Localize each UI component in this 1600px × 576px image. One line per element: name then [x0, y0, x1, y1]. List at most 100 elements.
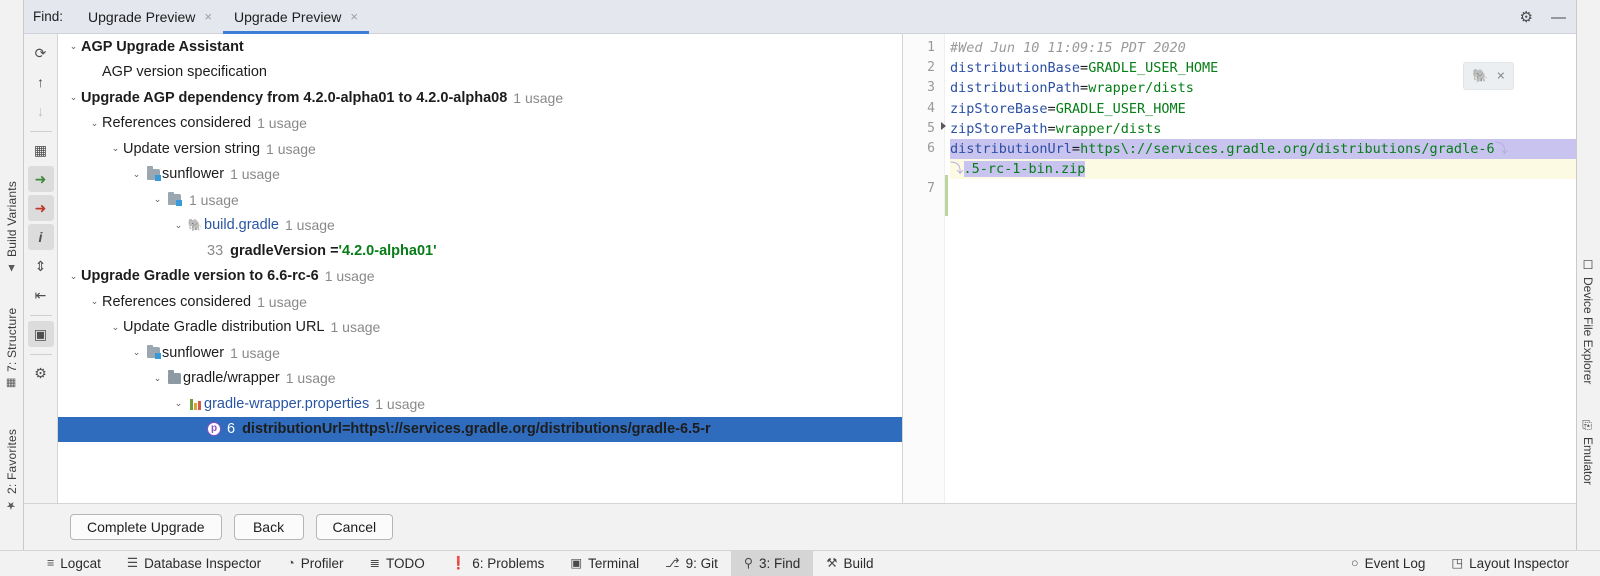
- tree-row[interactable]: ⌄sunflower1 usage: [58, 340, 902, 366]
- build-icon: ⚒: [826, 557, 837, 570]
- editor-line-comment: #Wed Jun 10 11:09:15 PDT 2020: [950, 38, 1576, 58]
- tree-row[interactable]: ⌄gradle-wrapper.properties1 usage: [58, 391, 902, 417]
- folder-icon: [165, 373, 183, 384]
- next-occurrence-icon[interactable]: ↓: [28, 98, 54, 124]
- module-folder-icon: [144, 347, 162, 358]
- chevron-down-icon[interactable]: ⌄: [129, 348, 144, 357]
- chevron-down-icon[interactable]: ⌄: [150, 195, 165, 204]
- tree-row[interactable]: ⌄sunflower1 usage: [58, 162, 902, 188]
- tree-row[interactable]: ⌄🐘build.gradle1 usage: [58, 213, 902, 239]
- status-bar-item-label: Logcat: [60, 556, 101, 571]
- status-bar-item-9-git[interactable]: ⎇9: Git: [652, 551, 731, 576]
- status-bar-item-layout-inspector[interactable]: ◳Layout Inspector: [1438, 551, 1582, 576]
- rail-tab-label: Build Variants: [5, 181, 19, 257]
- tree-row[interactable]: ⌄Upgrade Gradle version to 6.6-rc-6 1 usa…: [58, 264, 902, 290]
- status-bar-item-terminal[interactable]: ▣Terminal: [557, 551, 652, 576]
- status-bar-item-3-find[interactable]: ⚲3: Find: [731, 551, 813, 576]
- collapse-all-icon[interactable]: ⇤: [28, 282, 54, 308]
- gutter-line-number: 2: [903, 58, 944, 78]
- chevron-down-icon[interactable]: ⌄: [108, 144, 123, 153]
- usage-count: 1 usage: [285, 217, 335, 233]
- tree-row-selected[interactable]: p6distributionUrl=https\://services.grad…: [58, 417, 902, 443]
- tree-line-number: 6: [227, 421, 235, 437]
- tree-row-label: Upgrade Gradle version to 6.6-rc-6: [81, 268, 319, 284]
- show-read-access-icon[interactable]: ➜: [28, 166, 54, 192]
- chevron-down-icon[interactable]: ⌄: [66, 42, 81, 51]
- close-icon[interactable]: ×: [350, 9, 358, 24]
- chevron-down-icon[interactable]: ⌄: [66, 272, 81, 281]
- cancel-button[interactable]: Cancel: [316, 514, 394, 540]
- status-bar-item-label: Build: [843, 556, 873, 571]
- rail-tab-label: 7: Structure: [5, 307, 19, 371]
- status-bar-item-logcat[interactable]: ≡Logcat: [34, 551, 114, 576]
- status-bar-item-event-log[interactable]: ○Event Log: [1338, 551, 1438, 576]
- tree-row-label: Update version string: [123, 141, 260, 157]
- status-bar-item-profiler[interactable]: ◔Profiler: [274, 551, 356, 576]
- tree-row-label: AGP version specification: [102, 64, 267, 80]
- editor-code-area[interactable]: #Wed Jun 10 11:09:15 PDT 2020distributio…: [945, 34, 1576, 550]
- tree-row[interactable]: ⌄1 usage: [58, 187, 902, 213]
- previous-occurrence-icon[interactable]: ↑: [28, 69, 54, 95]
- usage-preview-editor[interactable]: 1234567 #Wed Jun 10 11:09:15 PDT 2020dis…: [903, 34, 1576, 550]
- dialog-button-bar: Complete Upgrade Back Cancel: [24, 503, 1576, 550]
- expand-all-icon[interactable]: ⇕: [28, 253, 54, 279]
- status-bar-item-label: TODO: [386, 556, 425, 571]
- close-icon[interactable]: ×: [204, 9, 212, 24]
- tree-row[interactable]: ⌄Upgrade AGP dependency from 4.2.0-alpha…: [58, 85, 902, 111]
- tab-upgrade-preview-1[interactable]: Upgrade Preview ×: [77, 0, 223, 34]
- status-bar-item-6-problems[interactable]: ❗6: Problems: [438, 551, 558, 576]
- rerun-search-icon[interactable]: ⟳: [28, 40, 54, 66]
- tree-row[interactable]: ⌄gradle/wrapper1 usage: [58, 366, 902, 392]
- gradle-sync-icon[interactable]: 🐘: [1472, 70, 1488, 83]
- gutter-line-number: 7: [903, 179, 944, 199]
- status-bar-item-database-inspector[interactable]: ☰Database Inspector: [114, 551, 274, 576]
- chevron-down-icon[interactable]: ⌄: [150, 374, 165, 383]
- chevron-down-icon[interactable]: ⌄: [87, 119, 102, 128]
- tree-row[interactable]: ⌄AGP Upgrade Assistant: [58, 34, 902, 60]
- tree-row[interactable]: AGP version specification: [58, 60, 902, 86]
- chevron-down-icon[interactable]: ⌄: [171, 399, 186, 408]
- rail-tab-favorites[interactable]: ★ 2: Favorites: [0, 400, 24, 512]
- status-bar-item-label: Profiler: [301, 556, 344, 571]
- tree-row-label: Update Gradle distribution URL: [123, 319, 325, 335]
- property-badge-icon: p: [207, 422, 227, 436]
- terminal-icon: ▣: [570, 557, 582, 570]
- status-bar-item-build[interactable]: ⚒ Build: [813, 551, 886, 576]
- gear-icon[interactable]: ⚙: [1520, 10, 1533, 25]
- rail-tab-label: Emulator: [1581, 437, 1595, 485]
- tree-row-label: AGP Upgrade Assistant: [81, 39, 244, 55]
- rail-tab-build-variants[interactable]: ▲ Build Variants: [0, 152, 24, 274]
- back-button[interactable]: Back: [234, 514, 304, 540]
- rail-tab-structure[interactable]: ▦ 7: Structure: [0, 272, 24, 390]
- rail-tab-emulator[interactable]: ⎘ Emulator: [1576, 420, 1600, 516]
- show-write-access-icon[interactable]: ➜: [28, 195, 54, 221]
- complete-upgrade-button[interactable]: Complete Upgrade: [70, 514, 222, 540]
- usages-tree[interactable]: ⌄AGP Upgrade AssistantAGP version specif…: [58, 34, 902, 536]
- tree-row[interactable]: ⌄References considered1 usage: [58, 111, 902, 137]
- tree-row[interactable]: ⌄References considered1 usage: [58, 289, 902, 315]
- tab-label: Upgrade Preview: [234, 9, 341, 25]
- settings-icon[interactable]: ⚙: [28, 360, 54, 386]
- tree-row[interactable]: ⌄Update version string1 usage: [58, 136, 902, 162]
- status-bar-right: ○Event Log◳Layout Inspector: [1338, 551, 1600, 576]
- group-by-icon[interactable]: ▦: [28, 137, 54, 163]
- status-bar-item-todo[interactable]: ≣TODO: [356, 551, 437, 576]
- panel-body: ⟳ ↑ ↓ ▦ ➜ ➜ i ⇕ ⇤ ▣ ⚙ ⌄AGP Upgrade Assis…: [24, 34, 1576, 550]
- chevron-down-icon[interactable]: ⌄: [87, 297, 102, 306]
- chevron-down-icon[interactable]: ⌄: [129, 170, 144, 179]
- tree-row[interactable]: ⌄Update Gradle distribution URL1 usage: [58, 315, 902, 341]
- chevron-down-icon[interactable]: ⌄: [171, 221, 186, 230]
- minimize-icon[interactable]: —: [1551, 10, 1566, 25]
- tab-bar-actions: ⚙ —: [1520, 0, 1566, 34]
- rail-tab-device-file-explorer[interactable]: ☐ Device File Explorer: [1576, 258, 1600, 404]
- gutter-line-number: 1: [903, 38, 944, 58]
- close-icon[interactable]: ×: [1497, 69, 1505, 83]
- tab-upgrade-preview-2[interactable]: Upgrade Preview ×: [223, 0, 369, 34]
- tree-row[interactable]: 33gradleVersion = '4.2.0-alpha01': [58, 238, 902, 264]
- usage-count: 1 usage: [325, 268, 375, 284]
- chevron-down-icon[interactable]: ⌄: [108, 323, 123, 332]
- search-icon: ⚲: [744, 557, 753, 570]
- chevron-down-icon[interactable]: ⌄: [66, 93, 81, 102]
- show-usage-info-icon[interactable]: i: [28, 224, 54, 250]
- preview-usages-icon[interactable]: ▣: [28, 321, 54, 347]
